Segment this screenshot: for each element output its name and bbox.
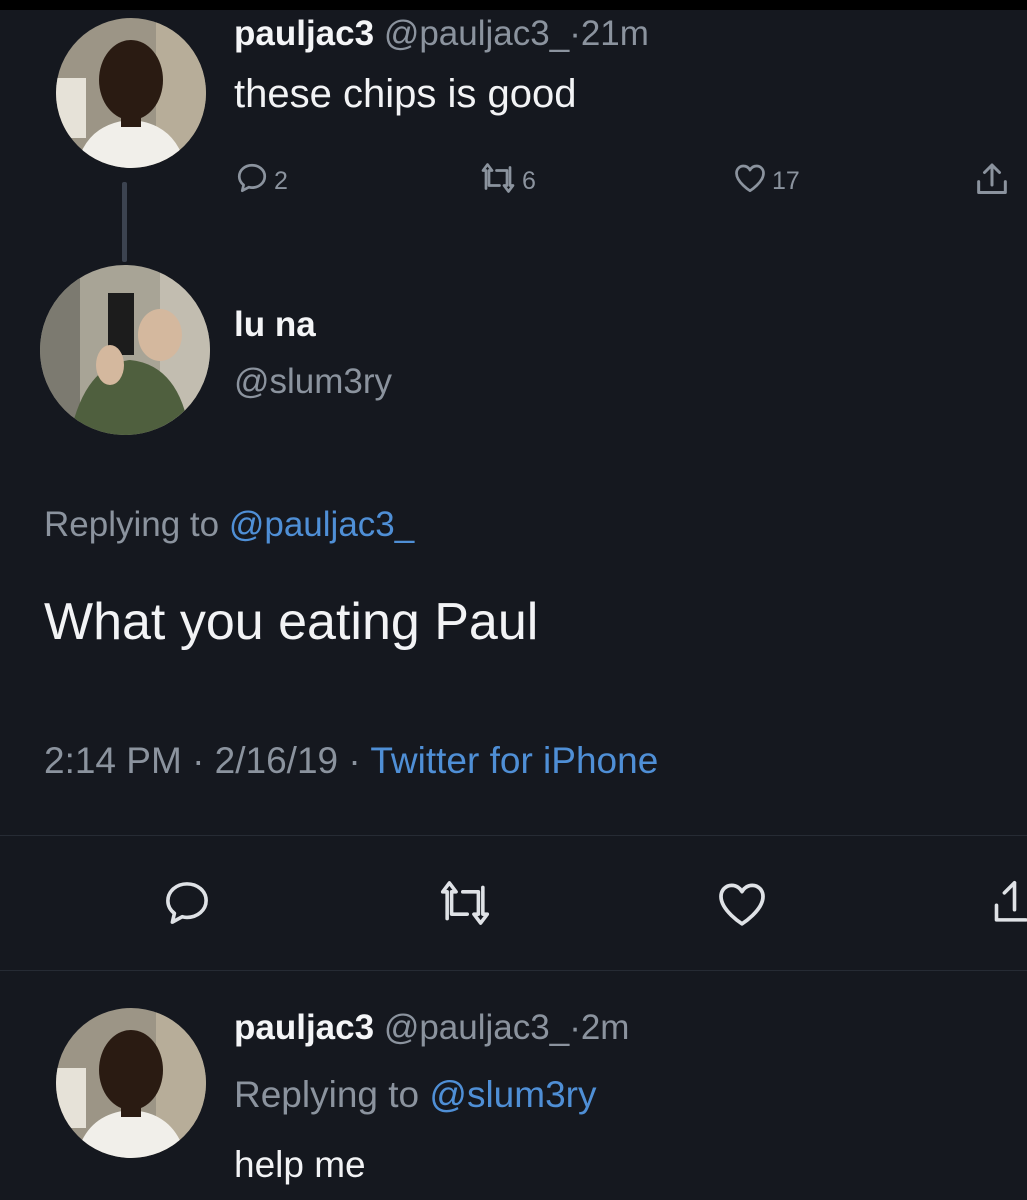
replying-label: Replying to [44,505,220,544]
tweet-header: pauljac3 @pauljac3_·2m [234,1008,629,1048]
reply-button[interactable]: 2 [234,160,288,203]
tweet-time: 2m [580,1008,630,1047]
separator: · [569,14,581,53]
reply-count: 2 [274,167,288,195]
separator: · [569,1008,581,1047]
display-name[interactable]: pauljac3 [234,1008,374,1047]
timestamp: 2:14 PM · 2/16/19 · [44,740,361,781]
replying-to: Replying to @pauljac3_ [44,505,414,545]
tweet-text: What you eating Paul [44,593,539,651]
share-icon [972,160,1012,207]
mention-link[interactable]: @pauljac3_ [229,505,414,544]
display-name[interactable]: lu na [234,305,316,345]
share-button[interactable] [993,876,1027,937]
avatar[interactable] [56,1008,206,1158]
replying-label: Replying to [234,1074,420,1115]
mention-link[interactable]: @slum3ry [429,1074,596,1115]
display-name[interactable]: pauljac3 [234,14,374,53]
handle[interactable]: @pauljac3_ [384,1008,569,1047]
avatar[interactable] [40,265,210,435]
like-count: 17 [772,167,800,195]
tweet-text: these chips is good [234,72,577,116]
retweet-button[interactable] [436,876,494,937]
tweet-text: help me [234,1144,366,1185]
like-button[interactable] [714,876,770,939]
thread-line [122,182,127,262]
retweet-icon [478,160,518,203]
source-link[interactable]: Twitter for iPhone [370,740,658,781]
reply-button[interactable] [160,876,214,937]
reply-icon [234,160,270,203]
divider [0,970,1027,971]
top-edge [0,0,1027,10]
like-button[interactable]: 17 [732,160,800,203]
handle[interactable]: @pauljac3_ [384,14,569,53]
tweet-time: 21m [580,14,649,53]
tweet-meta: 2:14 PM · 2/16/19 · Twitter for iPhone [44,740,658,782]
share-button[interactable] [972,160,1012,207]
heart-icon [732,160,768,203]
divider [0,835,1027,836]
retweet-icon [436,876,494,937]
retweet-count: 6 [522,167,536,195]
share-icon [993,876,1027,937]
reply-icon [160,876,214,937]
heart-icon [714,876,770,939]
replying-to: Replying to @slum3ry [234,1074,596,1116]
handle[interactable]: @slum3ry [234,362,392,402]
tweet-header: pauljac3 @pauljac3_·21m [234,14,649,54]
retweet-button[interactable]: 6 [478,160,536,203]
avatar[interactable] [56,18,206,168]
